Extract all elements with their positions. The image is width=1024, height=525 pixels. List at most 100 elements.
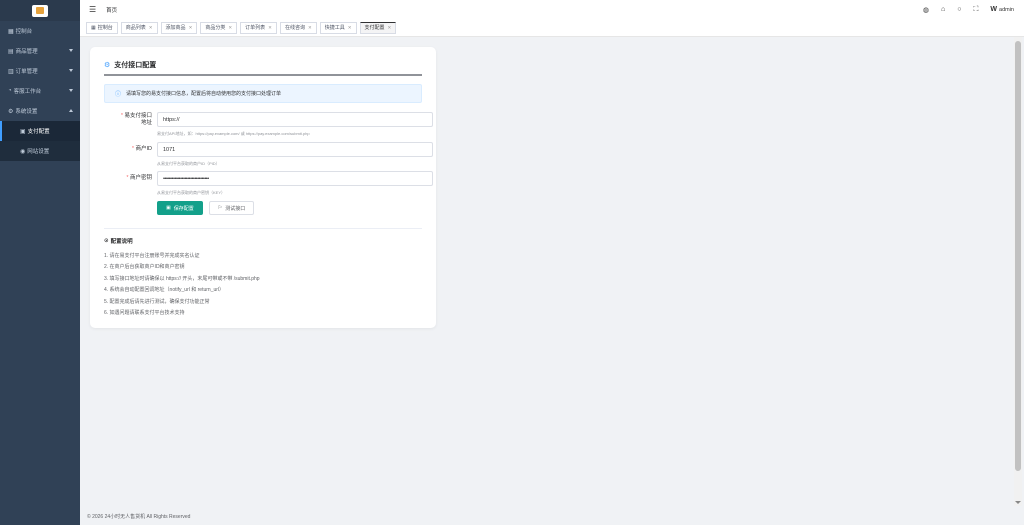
tab-dashboard[interactable]: ▦ 控制台	[86, 21, 118, 34]
tab-label: 支付配置	[364, 25, 385, 31]
chevron-up-icon	[69, 109, 73, 112]
payment-icon: ▣	[20, 128, 26, 135]
sidebar-submenu: ▣ 支付配置 ◉ 网站设置	[0, 121, 80, 161]
top-header: ☰ 首页 ◍ ⌂ ○ ⛶ W admin	[80, 0, 1024, 19]
footer: © 2026 24小时无人售货机 All Rights Reserved	[80, 507, 1024, 525]
service-icon: ◔	[8, 88, 12, 94]
goods-icon: ▤	[8, 48, 14, 55]
tab-order-list[interactable]: 订单列表 ✕	[240, 21, 277, 34]
help-title-text: 配置说明	[110, 239, 133, 245]
title-divider	[104, 74, 422, 76]
help-list: 1. 请在易支付平台注册账号并完成实名认证 2. 在商户后台获取商户ID和商户密…	[104, 251, 260, 319]
close-icon[interactable]: ✕	[228, 25, 232, 31]
help-icon: ⊙	[104, 238, 109, 244]
api-url-input[interactable]: https://	[157, 112, 433, 127]
close-icon[interactable]: ✕	[189, 25, 193, 31]
sidebar-item-service[interactable]: ◔ 客服工作台	[0, 81, 80, 101]
chevron-down-icon	[69, 89, 73, 92]
close-icon[interactable]: ✕	[308, 25, 312, 31]
tab-online-consult[interactable]: 在线咨询 ✕	[279, 21, 317, 34]
globe-icon[interactable]: ◍	[923, 6, 929, 14]
input-value: https://	[163, 116, 180, 123]
sidebar-item-label: 订单管理	[15, 69, 38, 75]
sidebar-item-label: 系统设置	[15, 109, 38, 115]
test-icon: ⚐	[217, 205, 223, 211]
merchant-id-input[interactable]: 1071	[157, 142, 433, 157]
sidebar-item-label: 网站设置	[27, 149, 50, 155]
help-title: ⊙ 配置说明	[104, 237, 133, 245]
main-content: ⚙ 支付接口配置 ⓘ 请填写您的易支付接口信息，配置后将自动使用您的支付接口处理…	[80, 37, 1012, 507]
hamburger-icon[interactable]: ☰	[89, 5, 96, 14]
username: admin	[999, 6, 1014, 13]
order-icon: ▥	[8, 68, 14, 75]
user-menu[interactable]: W admin	[990, 6, 1014, 13]
close-icon[interactable]: ✕	[268, 25, 272, 31]
sidebar-item-label: 支付配置	[27, 129, 50, 135]
tab-payment-config[interactable]: 支付配置 ✕	[359, 21, 397, 34]
tab-label: 商品列表	[125, 25, 146, 31]
tab-quick-tools[interactable]: 快捷工具 ✕	[319, 21, 357, 34]
input-value: ••••••••••••••••••••••••••••••••	[163, 175, 209, 182]
chevron-down-icon	[69, 49, 73, 52]
tab-label: 在线咨询	[284, 25, 305, 31]
scrollbar-thumb[interactable]	[1015, 41, 1021, 471]
tab-bar: ▦ 控制台 商品列表 ✕ 添加商品 ✕ 商品分类 ✕ 订单列表 ✕ 在线咨询 ✕ 快捷工具…	[80, 19, 1024, 37]
merchant-key-label: * 商户密钥	[126, 175, 152, 181]
scrollbar[interactable]	[1014, 37, 1022, 506]
button-label: 测试接口	[225, 205, 246, 212]
sidebar-item-payment-config[interactable]: ▣ 支付配置	[0, 121, 80, 141]
merchant-id-hint: 从易支付平台获取的商户ID（PID）	[157, 161, 220, 166]
tab-goods-category[interactable]: 商品分类 ✕	[200, 21, 238, 34]
logo-area	[0, 0, 80, 21]
section-divider	[104, 228, 422, 229]
merchant-key-hint: 从易支付平台获取的商户密钥（KEY）	[157, 190, 226, 195]
sidebar-item-settings[interactable]: ⚙ 系统设置	[0, 101, 80, 121]
fullscreen-icon[interactable]: ⛶	[974, 6, 979, 14]
page-title: 支付接口配置	[114, 62, 157, 69]
tab-label: 快捷工具	[324, 25, 345, 31]
breadcrumb[interactable]: 首页	[106, 6, 117, 14]
api-url-hint: 易支付API地址，如：https://pay.example.com/ 或 ht…	[157, 131, 310, 136]
sidebar: ▦ 控制台 ▤ 商品管理 ▥ 订单管理 ◔ 客服工作台 ⚙ 系统设置 ▣ 支付配…	[0, 0, 80, 525]
chevron-down-icon	[69, 69, 73, 72]
close-icon[interactable]: ✕	[149, 25, 153, 31]
dashboard-icon: ▦	[8, 28, 14, 35]
api-url-label: * 易支付接口 地址	[120, 113, 152, 126]
input-value: 1071	[163, 146, 176, 153]
settings-icon: ⚙	[104, 62, 111, 69]
list-item: 5. 配置完成后请先进行测试，确保支付功能正常	[104, 298, 210, 305]
list-item: 2. 在商户后台获取商户ID和商户密钥	[104, 264, 185, 271]
merchant-id-label: * 商户ID	[131, 146, 152, 152]
sidebar-item-label: 商品管理	[15, 49, 38, 55]
save-icon: ▣	[166, 205, 171, 211]
button-label: 保存配置	[173, 205, 194, 212]
test-api-button[interactable]: ⚐ 测试接口	[208, 201, 255, 215]
tab-label: 控制台	[97, 25, 113, 31]
sidebar-item-orders[interactable]: ▥ 订单管理	[0, 61, 80, 81]
scroll-down-icon[interactable]	[1015, 501, 1021, 504]
tab-add-goods[interactable]: 添加商品 ✕	[160, 21, 198, 34]
header-tools: ◍ ⌂ ○ ⛶ W admin	[923, 0, 1014, 19]
refresh-icon[interactable]: ○	[957, 6, 961, 13]
sidebar-item-dashboard[interactable]: ▦ 控制台	[0, 21, 80, 41]
list-item: 4. 系统会自动配置回调地址（notify_url 和 return_url）	[104, 287, 225, 294]
sidebar-item-label: 客服工作台	[13, 89, 42, 95]
form-actions: ▣ 保存配置 ⚐ 测试接口	[157, 201, 255, 215]
home-icon[interactable]: ⌂	[941, 6, 945, 13]
save-button[interactable]: ▣ 保存配置	[157, 201, 203, 215]
list-item: 1. 请在易支付平台注册账号并完成实名认证	[104, 253, 200, 259]
close-icon[interactable]: ✕	[348, 25, 352, 31]
sidebar-item-label: 控制台	[15, 29, 33, 35]
sidebar-item-goods[interactable]: ▤ 商品管理	[0, 41, 80, 61]
card-title: ⚙ 支付接口配置	[104, 60, 156, 70]
close-icon[interactable]: ✕	[388, 25, 392, 31]
gear-icon: ⚙	[8, 108, 14, 115]
tab-goods-list[interactable]: 商品列表 ✕	[120, 21, 158, 34]
merchant-key-input[interactable]: ••••••••••••••••••••••••••••••••	[157, 171, 433, 186]
logo	[32, 4, 48, 17]
tab-label: 添加商品	[165, 25, 186, 31]
dashboard-icon: ▦	[91, 24, 96, 31]
tab-label: 订单列表	[245, 25, 266, 31]
sidebar-item-site-settings[interactable]: ◉ 网站设置	[0, 141, 80, 161]
copyright-text: © 2026 24小时无人售货机 All Rights Reserved	[87, 513, 191, 520]
